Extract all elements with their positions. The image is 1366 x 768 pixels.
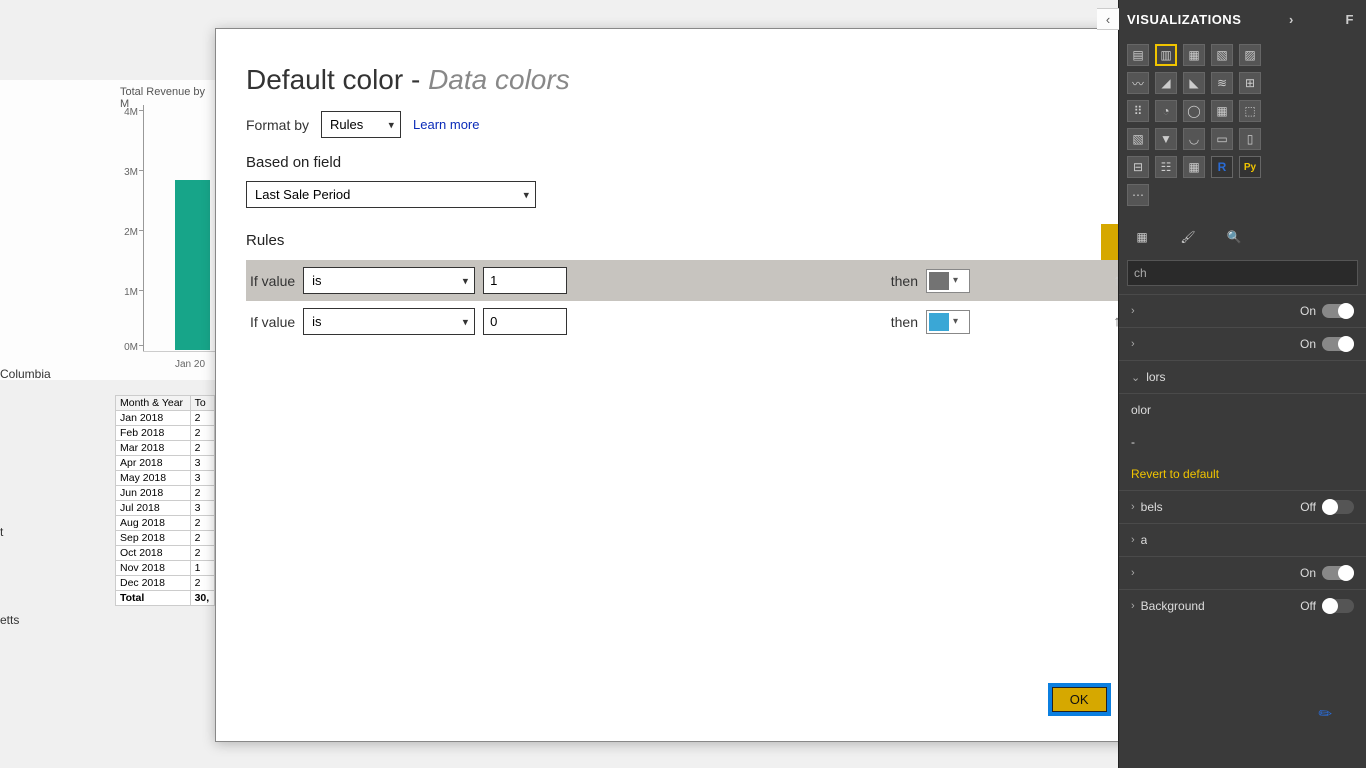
dialog-title: Default color - Data colors: [216, 29, 1222, 111]
revert-to-default-link[interactable]: Revert to default: [1119, 458, 1366, 490]
collapse-panel-icon[interactable]: ‹: [1097, 8, 1119, 30]
format-section[interactable]: ⌄lors: [1119, 360, 1366, 393]
filled-map-icon[interactable]: ▧: [1127, 128, 1149, 150]
background-table: Month & YearTo Jan 20182 Feb 20182 Mar 2…: [115, 395, 215, 606]
funnel-icon[interactable]: ▼: [1155, 128, 1177, 150]
format-by-select[interactable]: Rules: [321, 111, 401, 138]
toggle[interactable]: [1322, 599, 1354, 613]
toggle[interactable]: [1322, 500, 1354, 514]
panel-title: VISUALIZATIONS: [1127, 12, 1241, 27]
pie-chart-icon[interactable]: ◔: [1155, 100, 1177, 122]
slicer-icon[interactable]: ☷: [1155, 156, 1177, 178]
if-value-label: If value: [250, 273, 295, 289]
stacked-column-icon[interactable]: ▦: [1183, 44, 1205, 66]
stacked-bar-icon[interactable]: ▤: [1127, 44, 1149, 66]
format-section[interactable]: olor: [1119, 393, 1366, 426]
clustered-bar-icon[interactable]: ▧: [1211, 44, 1233, 66]
waterfall-icon[interactable]: ⊞: [1239, 72, 1261, 94]
scatter-icon[interactable]: ⠿: [1127, 100, 1149, 122]
color-picker[interactable]: [926, 269, 970, 293]
then-label: then: [891, 314, 918, 330]
clustered-column-icon[interactable]: ▥: [1155, 44, 1177, 66]
format-section[interactable]: ›bels Off: [1119, 490, 1366, 523]
ok-button[interactable]: OK: [1048, 683, 1111, 716]
stacked-area-icon[interactable]: ◣: [1183, 72, 1205, 94]
format-section[interactable]: › On: [1119, 556, 1366, 589]
toggle[interactable]: [1322, 337, 1354, 351]
format-section: -: [1119, 426, 1366, 458]
analytics-tab-icon[interactable]: 🔍: [1223, 226, 1245, 248]
gauge-icon[interactable]: ◡: [1183, 128, 1205, 150]
treemap-icon[interactable]: ▦: [1211, 100, 1233, 122]
format-section[interactable]: › On: [1119, 327, 1366, 360]
map-icon[interactable]: ⬚: [1239, 100, 1261, 122]
toggle[interactable]: [1322, 304, 1354, 318]
pen-cursor-icon: ✎: [1314, 702, 1337, 726]
chevron-right-icon[interactable]: ›: [1285, 8, 1298, 31]
background-chart: Total Revenue by M 4M 3M 2M 1M 0M Jan 20: [0, 80, 215, 380]
condition-select[interactable]: is: [303, 267, 475, 294]
rules-label: Rules: [246, 232, 284, 249]
table-icon[interactable]: ▦: [1183, 156, 1205, 178]
color-picker[interactable]: [926, 310, 970, 334]
chart-bar: [175, 180, 210, 350]
card-icon[interactable]: ▭: [1211, 128, 1233, 150]
format-tab-icon[interactable]: 🖌: [1177, 226, 1199, 248]
format-section-background[interactable]: ›Background Off: [1119, 589, 1366, 622]
kpi-icon[interactable]: ⊟: [1127, 156, 1149, 178]
r-visual-icon[interactable]: R: [1211, 156, 1233, 178]
visual-icon-grid: ▤ ▥ ▦ ▧ ▨ 〰 ◢ ◣ ≋ ⊞ ⠿ ◔ ◯ ▦ ⬚ ▧ ▼ ◡ ▭ ▯ …: [1119, 38, 1366, 212]
rule-row[interactable]: If value is then ↑ ↓ ✕: [246, 260, 1192, 301]
format-section[interactable]: › On: [1119, 294, 1366, 327]
toggle[interactable]: [1322, 566, 1354, 580]
rule-value-input[interactable]: [483, 308, 567, 335]
format-section[interactable]: ›a: [1119, 523, 1366, 556]
if-value-label: If value: [250, 314, 295, 330]
area-chart-icon[interactable]: ◢: [1155, 72, 1177, 94]
ribbon-icon[interactable]: ≋: [1211, 72, 1233, 94]
rule-value-input[interactable]: [483, 267, 567, 294]
search-input[interactable]: ch: [1127, 260, 1358, 286]
data-colors-dialog: ✕ Default color - Data colors Format by …: [215, 28, 1223, 742]
learn-more-link[interactable]: Learn more: [413, 117, 479, 132]
more-visuals-icon[interactable]: ⋯: [1127, 184, 1149, 206]
then-label: then: [891, 273, 918, 289]
donut-icon[interactable]: ◯: [1183, 100, 1205, 122]
rule-row[interactable]: If value is then ↑ ↓ ✕: [246, 301, 1192, 342]
condition-select[interactable]: is: [303, 308, 475, 335]
visualizations-panel: ‹ VISUALIZATIONS › F ▤ ▥ ▦ ▧ ▨ 〰 ◢ ◣ ≋ ⊞…: [1118, 0, 1366, 768]
based-on-field-label: Based on field: [246, 154, 1192, 171]
based-on-field-select[interactable]: Last Sale Period: [246, 181, 536, 208]
fields-tab-icon[interactable]: ▦: [1131, 226, 1153, 248]
format-by-label: Format by: [246, 117, 309, 133]
line-chart-icon[interactable]: 〰: [1127, 72, 1149, 94]
hundred-stacked-icon[interactable]: ▨: [1239, 44, 1261, 66]
python-visual-icon[interactable]: Py: [1239, 156, 1261, 178]
multi-card-icon[interactable]: ▯: [1239, 128, 1261, 150]
